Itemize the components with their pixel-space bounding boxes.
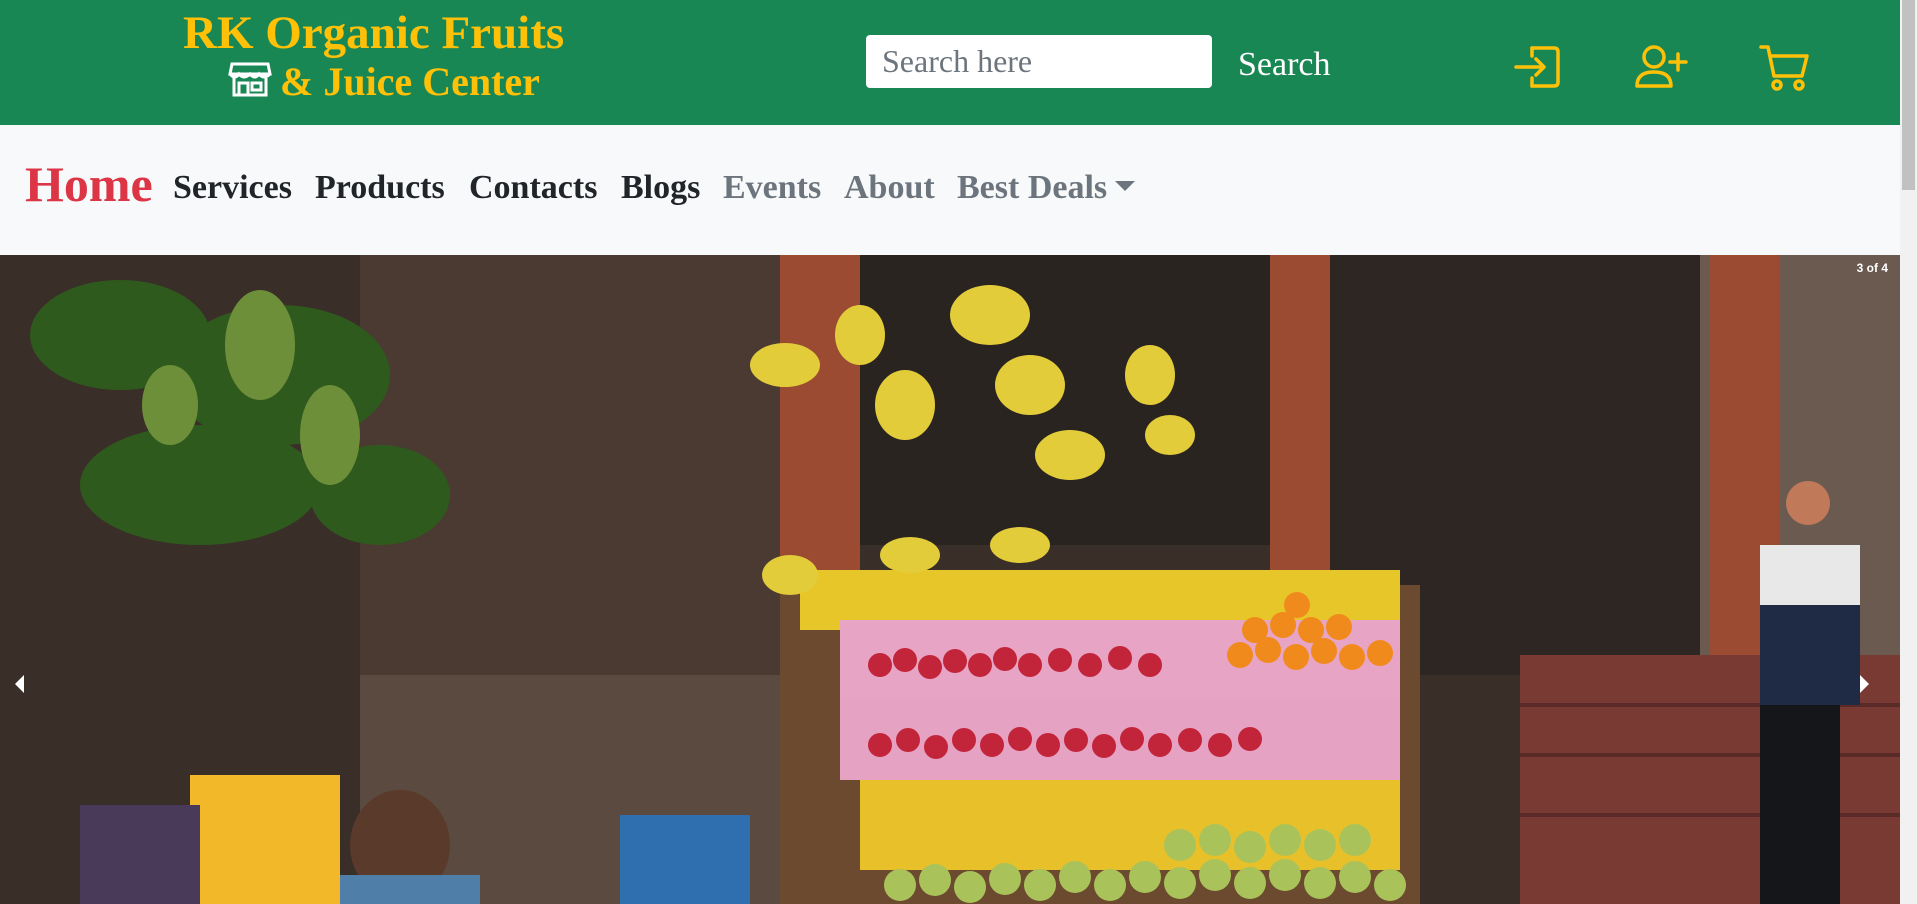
- carousel-prev-icon[interactable]: [12, 673, 26, 700]
- nav-best-deals-label: Best Deals: [957, 169, 1108, 206]
- nav-services[interactable]: Services: [173, 169, 292, 207]
- store-icon: [228, 60, 272, 103]
- page-scrollbar[interactable]: [1900, 0, 1917, 904]
- nav-blogs[interactable]: Blogs: [621, 169, 700, 207]
- add-user-icon[interactable]: [1634, 42, 1688, 92]
- login-icon[interactable]: [1510, 42, 1564, 92]
- search-button[interactable]: Search: [1238, 46, 1331, 84]
- search-input[interactable]: [866, 35, 1212, 88]
- main-nav: Home Services Products Contacts Blogs Ev…: [0, 125, 1900, 255]
- slide-counter: 3 of 4: [1856, 261, 1888, 275]
- nav-about[interactable]: About: [844, 169, 935, 207]
- scrollbar-thumb[interactable]: [1902, 0, 1915, 190]
- brand-subtitle[interactable]: & Juice Center: [228, 58, 540, 105]
- brand-title[interactable]: RK Organic Fruits: [183, 6, 564, 60]
- nav-events[interactable]: Events: [723, 169, 821, 207]
- nav-products[interactable]: Products: [315, 169, 445, 207]
- cart-icon[interactable]: [1758, 42, 1812, 92]
- brand-subtitle-text: & Juice Center: [280, 59, 540, 104]
- hero-carousel: 3 of 4: [0, 255, 1900, 904]
- nav-best-deals-dropdown[interactable]: Best Deals: [957, 169, 1136, 207]
- nav-home[interactable]: Home: [25, 155, 153, 213]
- top-header: RK Organic Fruits & Juice Center Search: [0, 0, 1900, 125]
- caret-down-icon: [1115, 181, 1136, 192]
- nav-contacts[interactable]: Contacts: [469, 169, 597, 207]
- carousel-slide-image: [0, 255, 1900, 904]
- carousel-next-icon[interactable]: [1858, 673, 1872, 700]
